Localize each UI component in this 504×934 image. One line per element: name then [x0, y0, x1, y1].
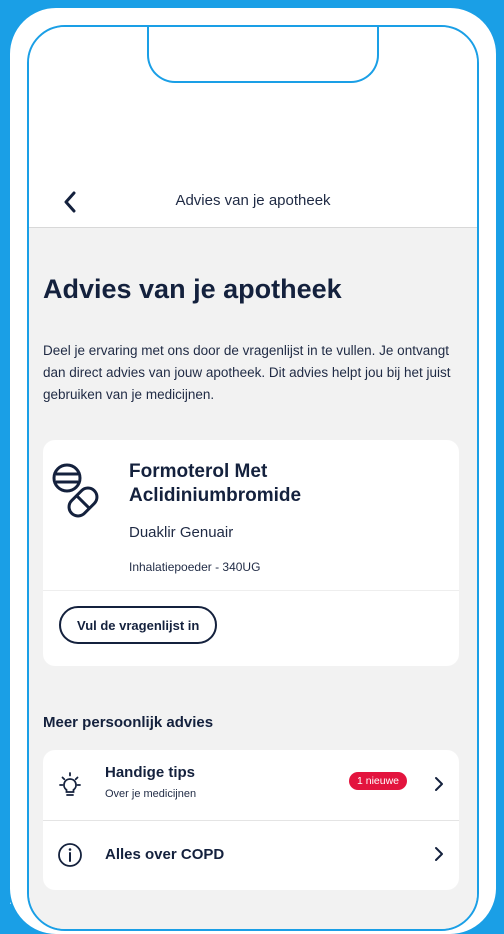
phone-frame: Advies van je apotheek Advies van je apo…	[10, 8, 496, 934]
chevron-right-icon	[435, 777, 443, 791]
pills-icon	[52, 463, 99, 518]
list-item-subtitle: Over je medicijnen	[105, 788, 197, 800]
phone-screen: Advies van je apotheek Advies van je apo…	[27, 25, 479, 931]
medication-brand: Duaklir Genuair	[129, 524, 234, 541]
list-item-alles-over-copd[interactable]: Alles over COPD	[43, 820, 459, 890]
phone-notch	[147, 27, 379, 83]
info-icon	[58, 843, 82, 867]
chevron-right-icon	[435, 847, 443, 861]
section-title: Meer persoonlijk advies	[43, 714, 214, 731]
main-content: Advies van je apotheek Deel je ervaring …	[29, 228, 477, 929]
medication-card: Formoterol Met Aclidiniumbromide Duaklir…	[43, 440, 459, 666]
page-title: Advies van je apotheek	[43, 274, 342, 304]
list-item-handige-tips[interactable]: Handige tips Over je medicijnen 1 nieuwe	[43, 750, 459, 821]
navigation-bar: Advies van je apotheek	[29, 177, 477, 228]
navigation-title: Advies van je apotheek	[175, 192, 331, 209]
new-badge: 1 nieuwe	[348, 772, 407, 790]
backdrop-blue-left	[0, 0, 10, 904]
lightbulb-icon	[59, 772, 81, 796]
list-item-title: Handige tips	[105, 764, 196, 781]
advice-list: Handige tips Over je medicijnen 1 nieuwe…	[43, 750, 459, 890]
divider	[43, 590, 459, 591]
medication-name: Formoterol Met Aclidiniumbromide	[129, 461, 302, 506]
medication-form: Inhalatiepoeder - 340UG	[129, 560, 261, 574]
intro-text: Deel je ervaring met ons door de vragenl…	[43, 343, 451, 402]
fill-survey-button[interactable]: Vul de vragenlijst in	[59, 606, 218, 644]
list-item-title: Alles over COPD	[105, 846, 225, 863]
